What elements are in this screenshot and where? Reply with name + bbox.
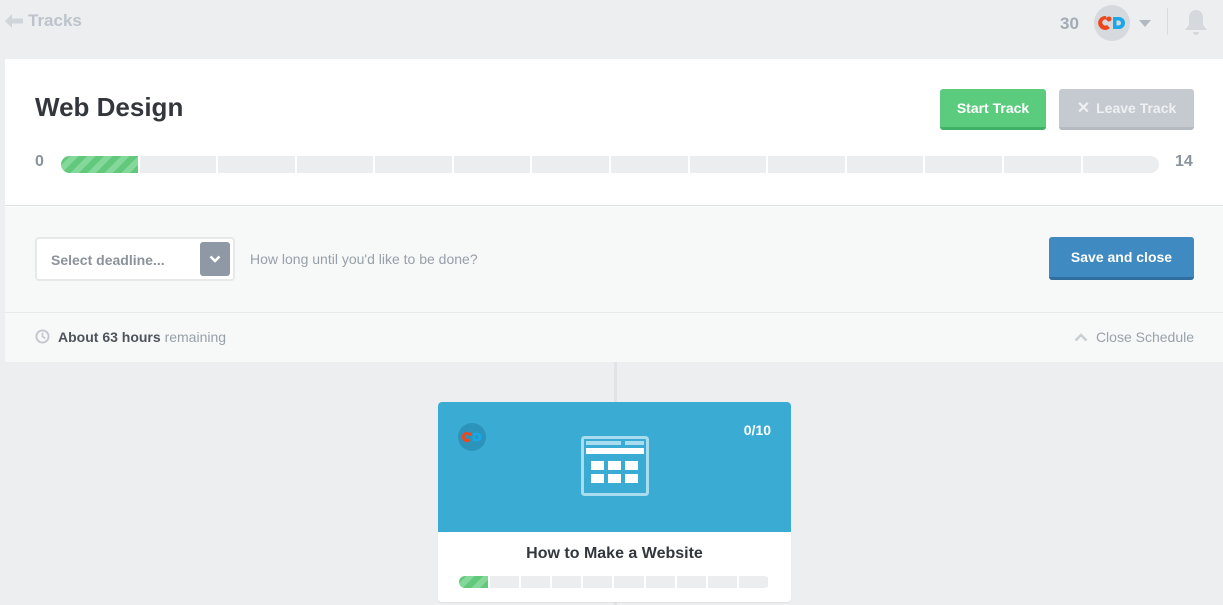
time-remaining: About 63 hours remaining [58,329,226,345]
progress-segment [676,576,706,588]
progress-segment [218,156,295,173]
progress-segment [614,576,644,588]
course-step-count: 0/10 [743,422,771,438]
progress-segment [583,576,613,588]
track-header: Web Design Start Track ✕ Leave Track 0 1… [5,59,1223,206]
progress-segment [1082,156,1159,173]
progress-segment-complete [61,156,138,173]
schedule-footer: About 63 hours remaining Close Schedule [5,313,1223,362]
track-progress-bar [61,156,1159,173]
progress-segment [768,156,845,173]
progress-segment [375,156,452,173]
deadline-select[interactable]: Select deadline... [35,237,235,281]
progress-segment [296,156,374,173]
page-title: Web Design [35,92,184,122]
progress-segment [490,576,520,588]
progress-segment [139,156,217,173]
progress-segment [1003,156,1081,173]
progress-segment [521,576,551,588]
deadline-select-value: Select deadline... [51,252,165,268]
course-progress-bar [459,576,770,588]
layout-grid-icon [581,436,649,496]
cd-logo-icon [461,431,482,443]
notifications-bell-icon[interactable] [1183,8,1209,36]
deadline-hint: How long until you'd like to be done? [250,251,478,267]
start-track-button[interactable]: Start Track [940,89,1046,130]
close-schedule-label: Close Schedule [1095,329,1194,345]
progress-segment-complete [459,576,489,588]
clock-icon [35,329,50,344]
points-count: 30 [1060,14,1079,33]
back-to-tracks-link[interactable]: Tracks [5,11,82,31]
progress-segment [738,576,768,588]
course-card[interactable]: 0/10 How to Make a Website [438,402,791,602]
account-menu-caret-icon[interactable] [1139,20,1151,27]
close-schedule-link[interactable]: Close Schedule [1074,329,1194,345]
progress-segment [707,576,737,588]
save-and-close-button[interactable]: Save and close [1049,237,1194,280]
top-bar: Tracks 30 [0,0,1223,58]
track-panel: Web Design Start Track ✕ Leave Track 0 1… [5,59,1223,362]
chevron-down-icon [200,242,230,276]
progress-segment [453,156,531,173]
course-card-banner: 0/10 [438,402,791,532]
time-remaining-suffix: remaining [164,329,227,345]
schedule-section: Select deadline... How long until you'd … [5,207,1223,313]
progress-segment [925,156,1002,173]
leave-track-label: Leave Track [1096,100,1177,116]
progress-segment [645,576,675,588]
close-icon: ✕ [1076,100,1091,117]
progress-segment [689,156,767,173]
progress-segment [532,156,610,173]
progress-min-label: 0 [35,153,44,170]
progress-max-label: 14 [1175,153,1193,170]
course-title: How to Make a Website [526,545,703,562]
chevron-up-icon [1074,332,1088,341]
cd-logo-icon [1098,15,1125,30]
course-author-avatar [458,423,486,451]
divider [1167,8,1168,35]
progress-segment [552,576,582,588]
progress-segment [611,156,688,173]
time-remaining-value: About 63 hours [58,329,161,345]
back-link-label: Tracks [28,11,82,30]
user-avatar[interactable] [1094,5,1130,41]
leave-track-button[interactable]: ✕ Leave Track [1059,89,1194,130]
progress-segment [846,156,924,173]
arrow-left-icon [5,14,23,28]
